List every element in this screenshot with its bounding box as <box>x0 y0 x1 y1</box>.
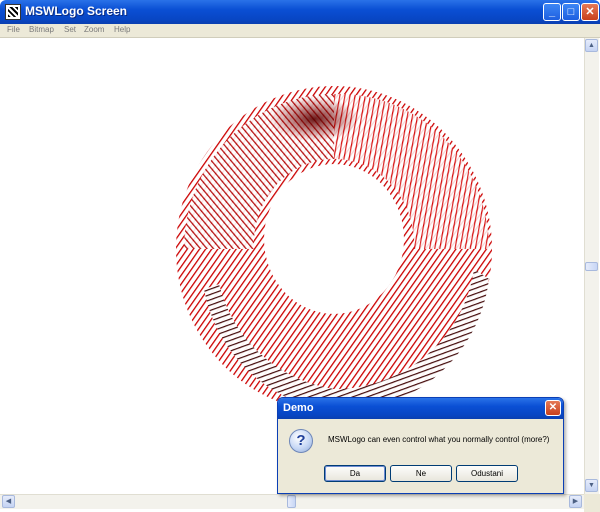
maximize-button[interactable]: □ <box>562 3 580 21</box>
yes-button[interactable]: Da <box>324 465 386 482</box>
cancel-button[interactable]: Odustani <box>456 465 518 482</box>
scroll-up-button[interactable]: ▲ <box>585 39 598 52</box>
menu-zoom[interactable]: Zoom <box>84 25 104 34</box>
menu-bitmap[interactable]: Bitmap <box>29 25 54 34</box>
logo-app-icon[interactable] <box>5 4 21 20</box>
vertical-scroll-thumb[interactable] <box>585 262 598 271</box>
close-button[interactable]: ✕ <box>581 3 599 21</box>
dialog-title: Demo <box>283 402 314 414</box>
size-grip[interactable] <box>584 494 600 512</box>
scroll-left-button[interactable]: ◀ <box>2 495 15 508</box>
question-icon: ? <box>289 429 313 453</box>
menu-file[interactable]: File <box>7 25 20 34</box>
menu-bar: File Bitmap Set Zoom Help <box>0 24 600 38</box>
menu-help[interactable]: Help <box>114 25 130 34</box>
window-title-bar[interactable]: MSWLogo Screen _ □ ✕ <box>0 0 600 24</box>
minimize-button[interactable]: _ <box>543 3 561 21</box>
dialog-title-bar[interactable]: Demo ✕ <box>278 398 563 419</box>
menu-set[interactable]: Set <box>64 25 76 34</box>
scroll-down-button[interactable]: ▼ <box>585 479 598 492</box>
window-title: MSWLogo Screen <box>25 4 128 18</box>
horizontal-scrollbar[interactable]: ◀ ▶ <box>0 494 584 509</box>
no-button[interactable]: Ne <box>390 465 452 482</box>
scroll-right-button[interactable]: ▶ <box>569 495 582 508</box>
vertical-scrollbar[interactable]: ▲ ▼ <box>584 38 599 494</box>
demo-dialog: Demo ✕ ? MSWLogo can even control what y… <box>277 397 564 494</box>
dialog-close-button[interactable]: ✕ <box>545 400 561 416</box>
dialog-message: MSWLogo can even control what you normal… <box>328 435 550 444</box>
horizontal-scroll-thumb[interactable] <box>287 495 296 508</box>
